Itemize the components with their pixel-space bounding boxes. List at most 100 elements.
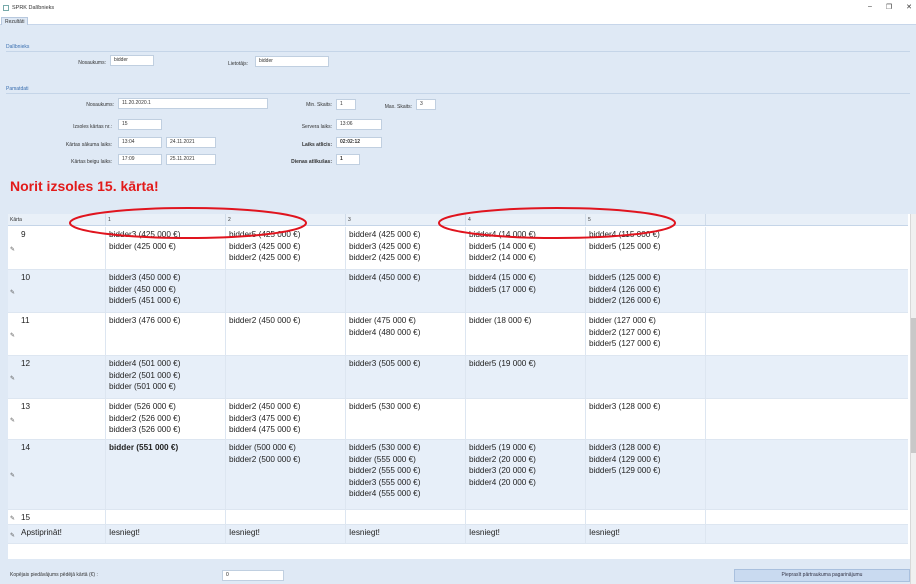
bid-entry: bidder3 (128 000 €) bbox=[589, 402, 661, 411]
bid-cell[interactable]: bidder3 (128 000 €) bidder4 (129 000 €) bi… bbox=[586, 440, 706, 509]
bid-entry: bidder4 (480 000 €) bbox=[349, 327, 421, 337]
divider bbox=[6, 93, 910, 94]
round-end-date-field[interactable]: 25.11.2021 bbox=[166, 154, 216, 165]
vertical-scrollbar[interactable] bbox=[910, 214, 916, 584]
bid-cell[interactable]: Iesniegt! bbox=[346, 525, 466, 543]
bid-cell[interactable]: bidder3 (476 000 €) bbox=[106, 313, 226, 355]
edit-pencil-icon[interactable]: ✎ bbox=[10, 331, 15, 343]
bid-cell[interactable]: bidder5 (425 000 €) bidder3 (425 000 €) bi… bbox=[226, 227, 346, 269]
table-row: ✎ 11 bidder3 (476 000 €) bidder2 (450 000 €… bbox=[8, 313, 908, 356]
column-header-round[interactable]: Kārta bbox=[8, 214, 106, 225]
bid-cell[interactable] bbox=[226, 356, 346, 398]
column-header-3[interactable]: 3 bbox=[346, 214, 466, 225]
column-header-1[interactable]: 1 bbox=[106, 214, 226, 225]
max-count-field[interactable]: 3 bbox=[416, 99, 436, 110]
min-count-field[interactable]: 1 bbox=[336, 99, 356, 110]
edit-pencil-icon[interactable]: ✎ bbox=[10, 531, 15, 543]
column-header-2[interactable]: 2 bbox=[226, 214, 346, 225]
bid-cell[interactable]: Iesniegt! bbox=[586, 525, 706, 543]
bid-entry: bidder5 (19 000 €) bbox=[469, 443, 536, 452]
bid-cell[interactable] bbox=[586, 356, 706, 398]
bid-cell[interactable]: bidder (127 000 €) bidder2 (127 000 €) bid… bbox=[586, 313, 706, 355]
bid-entry: bidder4 (15 000 €) bbox=[469, 273, 536, 282]
bid-cell[interactable] bbox=[106, 510, 226, 524]
bid-cell[interactable]: bidder3 (505 000 €) bbox=[346, 356, 466, 398]
bid-entry: bidder (555 000 €) bbox=[349, 454, 416, 464]
bid-cell[interactable]: bidder3 (425 000 €) bidder (425 000 €) bbox=[106, 227, 226, 269]
bid-cell[interactable]: bidder4 (425 000 €) bidder3 (425 000 €) bi… bbox=[346, 227, 466, 269]
bid-cell[interactable]: bidder4 (501 000 €) bidder2 (501 000 €) bi… bbox=[106, 356, 226, 398]
grid-header: Kārta 1 2 3 4 5 bbox=[8, 214, 908, 226]
scrollbar-thumb[interactable] bbox=[911, 318, 916, 453]
tab-results[interactable]: Rezultāti bbox=[1, 17, 29, 25]
edit-pencil-icon[interactable]: ✎ bbox=[10, 374, 15, 386]
round-number: 13 bbox=[21, 402, 31, 411]
participant-name-field[interactable]: bidder bbox=[110, 55, 154, 66]
bid-cell[interactable] bbox=[226, 270, 346, 312]
bid-cell[interactable]: bidder (18 000 €) bbox=[466, 313, 586, 355]
total-offer-field[interactable]: 0 bbox=[222, 570, 284, 581]
bid-cell[interactable]: bidder4 (450 000 €) bbox=[346, 270, 466, 312]
round-number: 15 bbox=[21, 513, 31, 522]
edit-pencil-icon[interactable]: ✎ bbox=[10, 514, 15, 525]
bid-cell[interactable]: bidder (475 000 €) bidder4 (480 000 €) bbox=[346, 313, 466, 355]
close-icon[interactable]: ✕ bbox=[906, 3, 912, 11]
time-left-field[interactable]: 02:02:12 bbox=[336, 137, 382, 148]
bid-cell[interactable]: Iesniegt! bbox=[466, 525, 586, 543]
edit-pencil-icon[interactable]: ✎ bbox=[10, 471, 15, 483]
bid-cell[interactable]: bidder5 (19 000 €) bbox=[466, 356, 586, 398]
bid-cell[interactable]: bidder5 (19 000 €) bidder2 (20 000 €) bidd… bbox=[466, 440, 586, 509]
bid-cell[interactable]: Iesniegt! bbox=[106, 525, 226, 543]
table-row: ✎ Apstiprināt! Iesniegt! Iesniegt! Iesniegt!… bbox=[8, 525, 908, 544]
bid-entry: bidder (450 000 €) bbox=[109, 284, 176, 294]
bid-cell[interactable]: bidder (526 000 €) bidder2 (526 000 €) bid… bbox=[106, 399, 226, 439]
bid-cell[interactable]: Iesniegt! bbox=[226, 525, 346, 543]
days-left-field[interactable]: 1 bbox=[336, 154, 360, 165]
round-start-date-field[interactable]: 24.11.2021 bbox=[166, 137, 216, 148]
round-cell: ✎ 9 bbox=[8, 227, 106, 269]
round-start-time-field[interactable]: 13:04 bbox=[118, 137, 162, 148]
round-cell: ✎ 15 bbox=[8, 510, 106, 524]
edit-pencil-icon[interactable]: ✎ bbox=[10, 288, 15, 300]
maximize-icon[interactable]: ❐ bbox=[886, 3, 892, 11]
edit-pencil-icon[interactable]: ✎ bbox=[10, 416, 15, 428]
bid-cell[interactable]: bidder5 (530 000 €) bbox=[346, 399, 466, 439]
bid-cell[interactable]: bidder4 (14 000 €) bidder5 (14 000 €) bidd… bbox=[466, 227, 586, 269]
bid-entry: Iesniegt! bbox=[109, 528, 140, 537]
bid-entry: bidder3 (476 000 €) bbox=[109, 316, 181, 325]
bid-cell[interactable] bbox=[466, 399, 586, 439]
round-number-field[interactable]: 15 bbox=[118, 119, 162, 130]
bid-entry: bidder2 (425 000 €) bbox=[229, 253, 301, 262]
column-header-5[interactable]: 5 bbox=[586, 214, 706, 225]
bid-cell[interactable]: bidder4 (15 000 €) bidder5 (17 000 €) bbox=[466, 270, 586, 312]
round-cell: ✎ 12 bbox=[8, 356, 106, 398]
bid-cell[interactable] bbox=[586, 510, 706, 524]
bid-cell[interactable]: bidder5 (125 000 €) bidder4 (126 000 €) bi… bbox=[586, 270, 706, 312]
edit-pencil-icon[interactable]: ✎ bbox=[10, 245, 15, 257]
bid-cell[interactable]: bidder (500 000 €) bidder2 (500 000 €) bbox=[226, 440, 346, 509]
bid-entry: bidder5 (530 000 €) bbox=[349, 443, 421, 452]
bid-cell[interactable]: bidder2 (450 000 €) bidder3 (475 000 €) bi… bbox=[226, 399, 346, 439]
bid-cell[interactable]: bidder2 (450 000 €) bbox=[226, 313, 346, 355]
bid-cell[interactable]: bidder (551 000 €) bbox=[106, 440, 226, 509]
basic-name-field[interactable]: 11.20.2020.1 bbox=[118, 98, 268, 109]
bid-cell[interactable]: bidder5 (530 000 €) bidder (555 000 €) bid… bbox=[346, 440, 466, 509]
bid-entry: bidder2 (555 000 €) bbox=[349, 466, 421, 475]
request-extension-button[interactable]: Pieprasīt pārtraukuma pagarinājumu bbox=[734, 569, 910, 582]
bid-cell[interactable]: bidder4 (115 000 €) bidder5 (125 000 €) bbox=[586, 227, 706, 269]
bid-cell[interactable] bbox=[226, 510, 346, 524]
bid-cell[interactable]: bidder3 (450 000 €) bidder (450 000 €) bid… bbox=[106, 270, 226, 312]
round-end-time-field[interactable]: 17:09 bbox=[118, 154, 162, 165]
bid-entry: bidder4 (555 000 €) bbox=[349, 489, 421, 498]
column-header-4[interactable]: 4 bbox=[466, 214, 586, 225]
bid-entry: bidder5 (530 000 €) bbox=[349, 402, 421, 411]
participant-user-field[interactable]: bidder bbox=[255, 56, 329, 67]
bid-cell[interactable]: bidder3 (128 000 €) bbox=[586, 399, 706, 439]
bid-entry: bidder3 (20 000 €) bbox=[469, 466, 536, 475]
server-time-label: Servera laiks: bbox=[301, 124, 332, 130]
minimize-icon[interactable]: – bbox=[868, 3, 872, 11]
bid-cell[interactable] bbox=[466, 510, 586, 524]
bid-cell[interactable] bbox=[346, 510, 466, 524]
bid-entry: bidder5 (14 000 €) bbox=[469, 241, 536, 251]
server-time-field[interactable]: 13:06 bbox=[336, 119, 382, 130]
